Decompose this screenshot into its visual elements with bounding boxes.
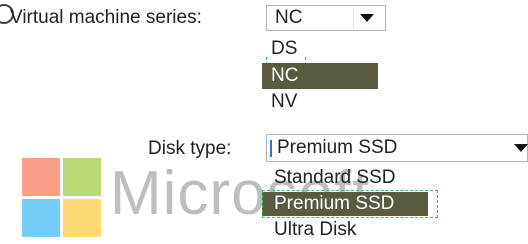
disk-option-label: Standard SSD <box>274 167 396 188</box>
disk-type-select[interactable]: Premium SSD <box>266 134 528 162</box>
logo-square-blue <box>22 199 60 237</box>
vm-option-nv[interactable]: NV <box>262 89 320 115</box>
vm-option-nc[interactable]: NC <box>262 63 378 89</box>
vm-option-label: NC <box>271 65 299 86</box>
logo-square-green <box>63 158 101 196</box>
chevron-down-icon[interactable] <box>514 144 528 152</box>
answer-marker <box>262 190 438 218</box>
vm-option-label: NV <box>271 91 298 112</box>
microsoft-logo-watermark <box>22 158 102 238</box>
disk-option-label: Ultra Disk <box>274 219 357 240</box>
vm-series-select[interactable]: NC <box>266 5 386 31</box>
vm-series-selected-value: NC <box>275 7 303 28</box>
select-divider <box>353 8 354 28</box>
text-cursor <box>270 140 272 157</box>
disk-type-label: Disk type: <box>148 138 232 159</box>
disk-option-standard-ssd[interactable]: Standard SSD <box>262 166 395 190</box>
vm-series-label: Virtual machine series: <box>10 7 202 28</box>
chevron-down-icon[interactable] <box>360 14 374 22</box>
vm-option-label: DS <box>271 38 298 59</box>
disk-option-ultra-disk[interactable]: Ultra Disk <box>262 218 356 242</box>
logo-square-yellow <box>63 199 101 237</box>
logo-square-red <box>22 158 60 196</box>
disk-type-selected-value: Premium SSD <box>277 137 398 158</box>
